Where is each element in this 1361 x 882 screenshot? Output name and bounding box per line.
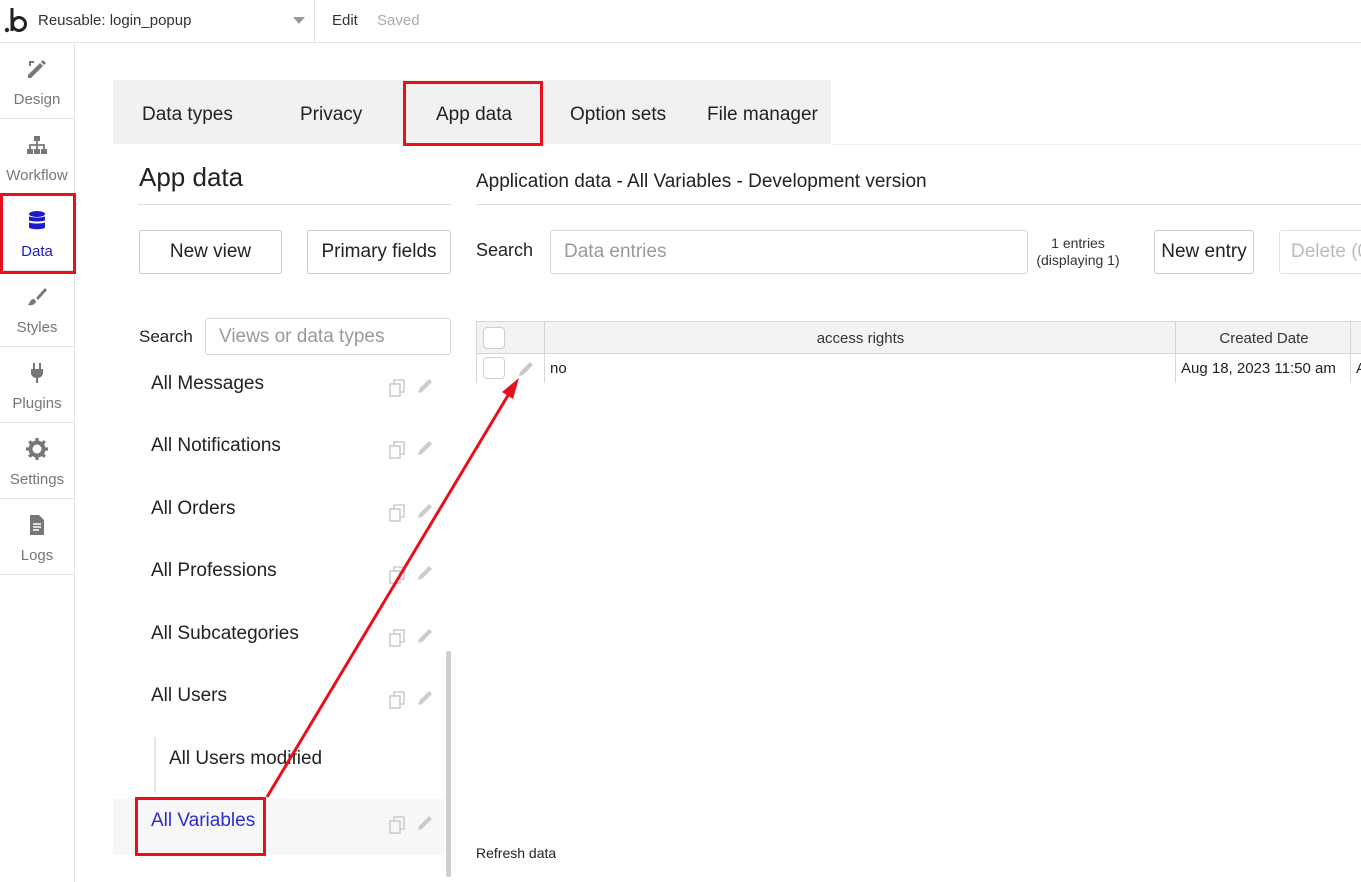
new-view-button[interactable]: New view	[139, 230, 282, 274]
row-checkbox[interactable]	[483, 357, 505, 379]
page-selector[interactable]: Reusable: login_popup	[31, 0, 315, 42]
page-title: App data	[139, 162, 244, 192]
tab-data-types[interactable]: Data types	[142, 104, 233, 126]
divider	[476, 204, 1361, 205]
views-search-label: Search	[139, 327, 193, 346]
copy-icon[interactable]	[388, 440, 408, 460]
list-item-label: All Messages	[151, 373, 264, 394]
pencil-icon[interactable]	[415, 501, 435, 521]
copy-icon[interactable]	[388, 628, 408, 648]
divider	[138, 204, 451, 205]
cell-overflow: A	[1356, 360, 1361, 377]
column-divider	[1175, 322, 1176, 383]
plug-icon	[31, 363, 43, 383]
primary-fields-button[interactable]: Primary fields	[307, 230, 451, 274]
list-item-label: All Users modified	[169, 748, 323, 769]
column-divider	[1350, 322, 1351, 383]
brush-icon	[28, 288, 47, 306]
list-item-label: All Professions	[151, 560, 277, 581]
entries-search-label: Search	[476, 240, 534, 260]
pencil-icon[interactable]	[415, 563, 435, 583]
data-view-title: Application data - All Variables - Devel…	[476, 171, 927, 192]
sidebar-item-label: Design	[13, 91, 61, 108]
list-item-all-professions[interactable]: All Professions	[113, 549, 445, 605]
sidebar-item-workflow[interactable]: Workflow	[0, 119, 74, 195]
select-all-checkbox[interactable]	[483, 327, 505, 349]
list-item-all-users[interactable]: All Users	[113, 674, 445, 730]
cell-created-date: Aug 18, 2023 11:50 am	[1181, 360, 1336, 377]
column-header-created-date[interactable]: Created Date	[1177, 330, 1351, 347]
copy-icon[interactable]	[388, 378, 408, 398]
views-search-input[interactable]: Views or data types	[205, 318, 451, 355]
list-item-label: All Users	[151, 685, 228, 706]
workflow-icon	[27, 136, 47, 154]
copy-icon[interactable]	[388, 503, 408, 523]
copy-icon[interactable]	[388, 690, 408, 710]
data-table: access rights Created Date no Aug 18, 20…	[476, 321, 1361, 383]
top-bar: Reusable: login_popup Edit Saved	[0, 0, 1361, 43]
sidebar-item-label: Logs	[20, 547, 54, 564]
data-nav-highlight-box	[0, 193, 76, 274]
column-divider	[544, 322, 545, 383]
column-header-access-rights[interactable]: access rights	[545, 330, 1176, 347]
list-item-all-orders[interactable]: All Orders	[113, 487, 445, 543]
pencil-icon[interactable]	[415, 688, 435, 708]
copy-icon[interactable]	[388, 815, 408, 835]
tab-option-sets[interactable]: Option sets	[570, 104, 666, 126]
saved-status: Saved	[377, 12, 420, 29]
sidebar-item-plugins[interactable]: Plugins	[0, 347, 74, 423]
bubble-logo-icon[interactable]	[2, 4, 30, 36]
edit-menu[interactable]: Edit	[332, 12, 358, 29]
table-row[interactable]: no Aug 18, 2023 11:50 am A	[477, 354, 1361, 383]
divider	[831, 144, 1361, 145]
entries-count-total: 1 entries	[1051, 235, 1105, 251]
entries-count-displaying: (displaying 1)	[1036, 252, 1120, 268]
pencil-icon[interactable]	[415, 438, 435, 458]
list-scrollbar[interactable]	[446, 651, 451, 877]
table-header-row: access rights Created Date	[477, 322, 1361, 354]
new-entry-button[interactable]: New entry	[1154, 230, 1254, 274]
entries-count: 1 entries (displaying 1)	[1033, 235, 1123, 269]
entries-search-input[interactable]: Data entries	[550, 230, 1028, 274]
tab-file-manager[interactable]: File manager	[707, 104, 818, 126]
gear-icon	[26, 438, 48, 460]
chevron-down-icon	[293, 17, 305, 24]
cell-access-rights: no	[550, 360, 567, 377]
sub-view-indent	[154, 737, 156, 793]
copy-icon[interactable]	[388, 565, 408, 585]
sidebar-item-logs[interactable]: Logs	[0, 499, 74, 575]
list-item-label: All Orders	[151, 498, 236, 519]
list-item-label: All Notifications	[151, 435, 281, 456]
app-data-tab-highlight-box	[403, 81, 543, 146]
list-item-all-notifications[interactable]: All Notifications	[113, 424, 445, 480]
pencil-icon[interactable]	[415, 626, 435, 646]
sidebar-item-styles[interactable]: Styles	[0, 271, 74, 347]
sidebar-item-label: Plugins	[12, 395, 62, 412]
page-selector-label: Reusable: login_popup	[38, 12, 192, 29]
sidebar-item-label: Workflow	[6, 167, 68, 184]
sidebar-item-label: Settings	[9, 471, 65, 488]
refresh-data-link[interactable]: Refresh data	[476, 845, 556, 861]
pencil-icon[interactable]	[415, 813, 435, 833]
pencil-icon[interactable]	[516, 359, 536, 379]
list-item-label: All Subcategories	[151, 623, 299, 644]
sidebar-item-design[interactable]: Design	[0, 43, 74, 119]
all-variables-highlight-box	[135, 797, 266, 856]
list-item-all-subcategories[interactable]: All Subcategories	[113, 612, 445, 668]
delete-button[interactable]: Delete (0	[1279, 230, 1361, 274]
left-sidebar: Design Workflow Data Styles Plugins Sett…	[0, 43, 75, 882]
sidebar-item-label: Styles	[16, 319, 58, 336]
tab-privacy[interactable]: Privacy	[300, 104, 362, 126]
sidebar-item-settings[interactable]: Settings	[0, 423, 74, 499]
pencil-icon[interactable]	[415, 376, 435, 396]
design-icon	[28, 60, 46, 78]
list-item-all-messages[interactable]: All Messages	[113, 362, 445, 418]
document-icon	[30, 515, 44, 535]
list-item-all-users-modified[interactable]: All Users modified	[113, 737, 445, 793]
